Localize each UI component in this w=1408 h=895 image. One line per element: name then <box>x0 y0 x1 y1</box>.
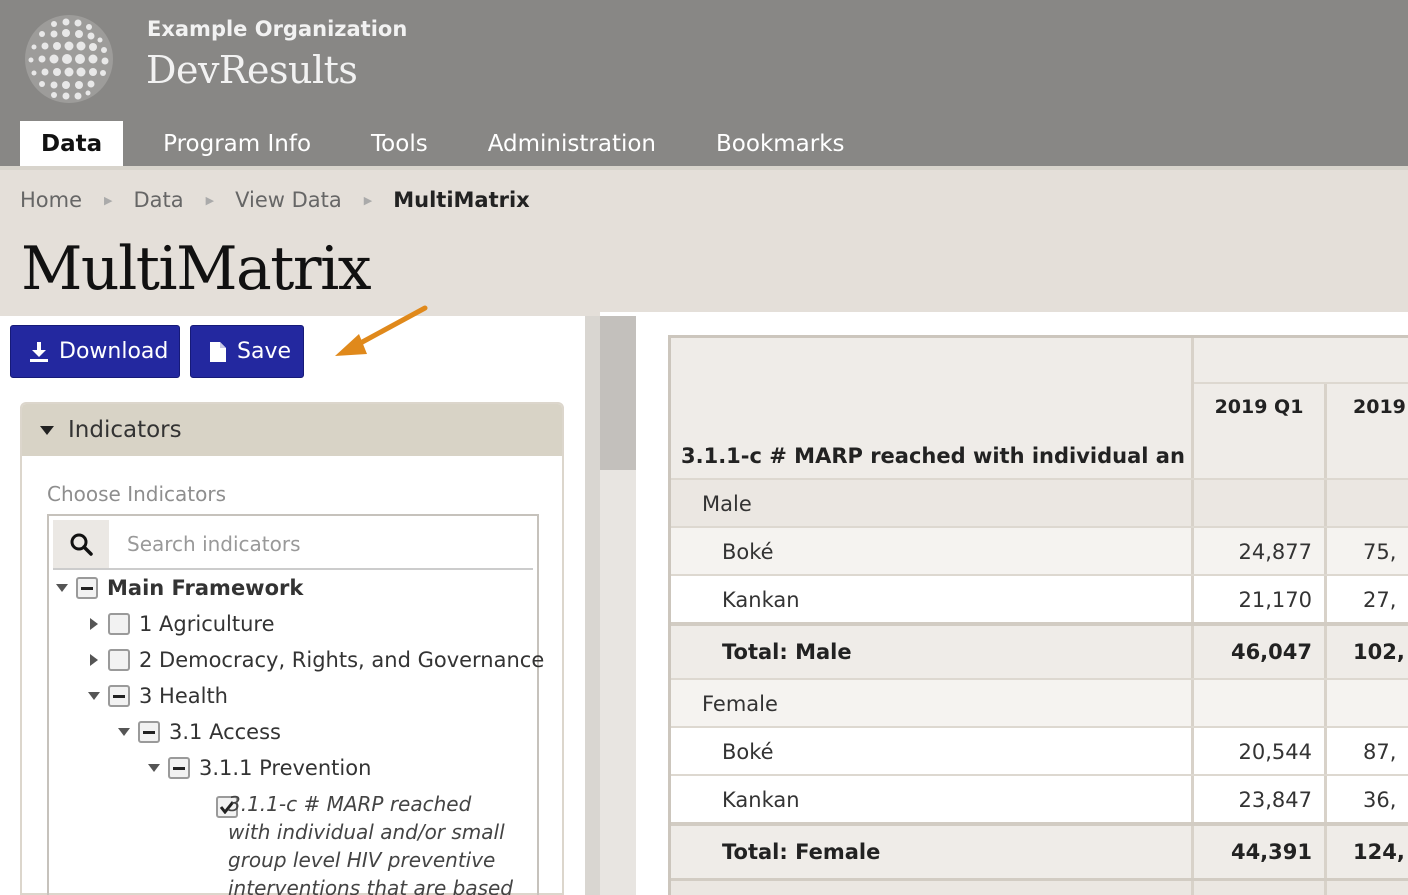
collapsed-caret-icon[interactable] <box>86 618 102 630</box>
cell-value: 87, <box>1363 740 1397 764</box>
download-icon <box>30 341 48 362</box>
group-label: Female <box>702 692 778 716</box>
save-label: Save <box>237 339 292 364</box>
row-label: Kankan <box>722 788 800 812</box>
group-label: Male <box>702 492 752 516</box>
indicator-row-label: 3.1.1-c # MARP reached with individual a… <box>681 444 1186 468</box>
file-icon <box>210 341 226 362</box>
nav-tab-administration[interactable]: Administration <box>458 121 686 167</box>
globe-logo-icon <box>25 15 113 103</box>
total-row-label: Total: Female <box>722 840 881 864</box>
row-label: Boké <box>722 540 774 564</box>
download-button[interactable]: Download <box>10 325 180 378</box>
app-name: DevResults <box>146 48 358 92</box>
collapsed-caret-icon[interactable] <box>86 654 102 666</box>
tree-node-main-framework[interactable]: Main Framework <box>54 576 303 600</box>
tree-checkbox[interactable] <box>108 649 130 671</box>
tree-node-label: 3.1 Access <box>169 720 281 744</box>
cell-value: 27, <box>1363 588 1397 612</box>
row-label: Kankan <box>722 588 800 612</box>
breadcrumb-current: MultiMatrix <box>393 188 530 212</box>
row-divider <box>671 878 1408 881</box>
tree-node-label: 3.1.1 Prevention <box>199 756 372 780</box>
column-header: 2019 Q <box>1353 396 1408 418</box>
search-icon <box>53 520 109 568</box>
callout-arrow-icon <box>335 305 428 356</box>
nav-tab-tools[interactable]: Tools <box>341 121 458 167</box>
main-nav: Data Program Info Tools Administration B… <box>20 121 875 167</box>
tree-checkbox-partial[interactable] <box>138 721 160 743</box>
tree-checkbox-partial[interactable] <box>108 685 130 707</box>
tree-node-democracy[interactable]: 2 Democracy, Rights, and Governance <box>86 648 544 672</box>
breadcrumb: Home ▶ Data ▶ View Data ▶ MultiMatrix <box>20 188 530 212</box>
indicators-panel-header[interactable]: Indicators <box>22 404 562 456</box>
app-header: Example Organization DevResults Data Pro… <box>0 0 1408 167</box>
total-row-label: Total: Male <box>722 640 852 664</box>
tree-checkbox-partial[interactable] <box>168 757 190 779</box>
breadcrumb-home[interactable]: Home <box>20 188 82 212</box>
nav-tab-program-info[interactable]: Program Info <box>133 121 341 167</box>
tree-node-access[interactable]: 3.1 Access <box>116 720 281 744</box>
search-input[interactable] <box>111 520 531 568</box>
tree-node-health[interactable]: 3 Health <box>86 684 228 708</box>
matrix-table: 2019 Q1 2019 Q 3.1.1-c # MARP reached wi… <box>668 335 1408 895</box>
breadcrumb-data[interactable]: Data <box>133 188 183 212</box>
tree-node-label: 2 Democracy, Rights, and Governance <box>139 648 545 672</box>
nav-tab-bookmarks[interactable]: Bookmarks <box>686 121 875 167</box>
total-value: 124, <box>1353 840 1405 864</box>
save-button[interactable]: Save <box>190 325 304 378</box>
cell-value: 23,847 <box>1238 788 1312 812</box>
tree-checkbox-partial[interactable] <box>76 577 98 599</box>
breadcrumb-separator-icon: ▶ <box>104 193 113 207</box>
tree-node-label: 1 Agriculture <box>139 612 275 636</box>
cell-value: 20,544 <box>1238 740 1312 764</box>
scrollbar-thumb[interactable] <box>600 316 636 470</box>
expand-caret-icon[interactable] <box>116 728 132 736</box>
breadcrumb-separator-icon: ▶ <box>363 193 373 207</box>
expand-caret-icon[interactable] <box>54 584 70 592</box>
total-value: 102, <box>1353 640 1405 664</box>
nav-tab-data[interactable]: Data <box>20 121 124 167</box>
tree-node-label: Main Framework <box>107 576 304 600</box>
tree-checkbox[interactable] <box>108 613 130 635</box>
org-name: Example Organization <box>147 17 408 41</box>
row-label: Boké <box>722 740 774 764</box>
expand-caret-icon[interactable] <box>86 692 102 700</box>
total-value: 44,391 <box>1230 840 1312 864</box>
collapse-caret-icon <box>40 425 54 435</box>
cell-value: 24,877 <box>1238 540 1312 564</box>
indicators-panel-title: Indicators <box>68 417 182 443</box>
tree-node-prevention[interactable]: 3.1.1 Prevention <box>146 756 371 780</box>
breadcrumb-view-data[interactable]: View Data <box>235 188 342 212</box>
panel-splitter[interactable] <box>585 316 600 895</box>
tree-node-agriculture[interactable]: 1 Agriculture <box>86 612 275 636</box>
download-label: Download <box>59 339 169 364</box>
column-header: 2019 Q1 <box>1214 396 1304 418</box>
tree-leaf-label[interactable]: 3.1.1-c # MARP reached with individual a… <box>228 790 518 895</box>
breadcrumb-separator-icon: ▶ <box>205 193 215 207</box>
cell-value: 36, <box>1363 788 1397 812</box>
tree-node-label: 3 Health <box>139 684 228 708</box>
expand-caret-icon[interactable] <box>146 764 162 772</box>
cell-value: 21,170 <box>1238 588 1312 612</box>
choose-indicators-label: Choose Indicators <box>47 482 226 506</box>
total-value: 46,047 <box>1230 640 1312 664</box>
cell-value: 75, <box>1363 540 1397 564</box>
page-title: MultiMatrix <box>21 234 372 304</box>
indicator-search <box>53 520 533 570</box>
